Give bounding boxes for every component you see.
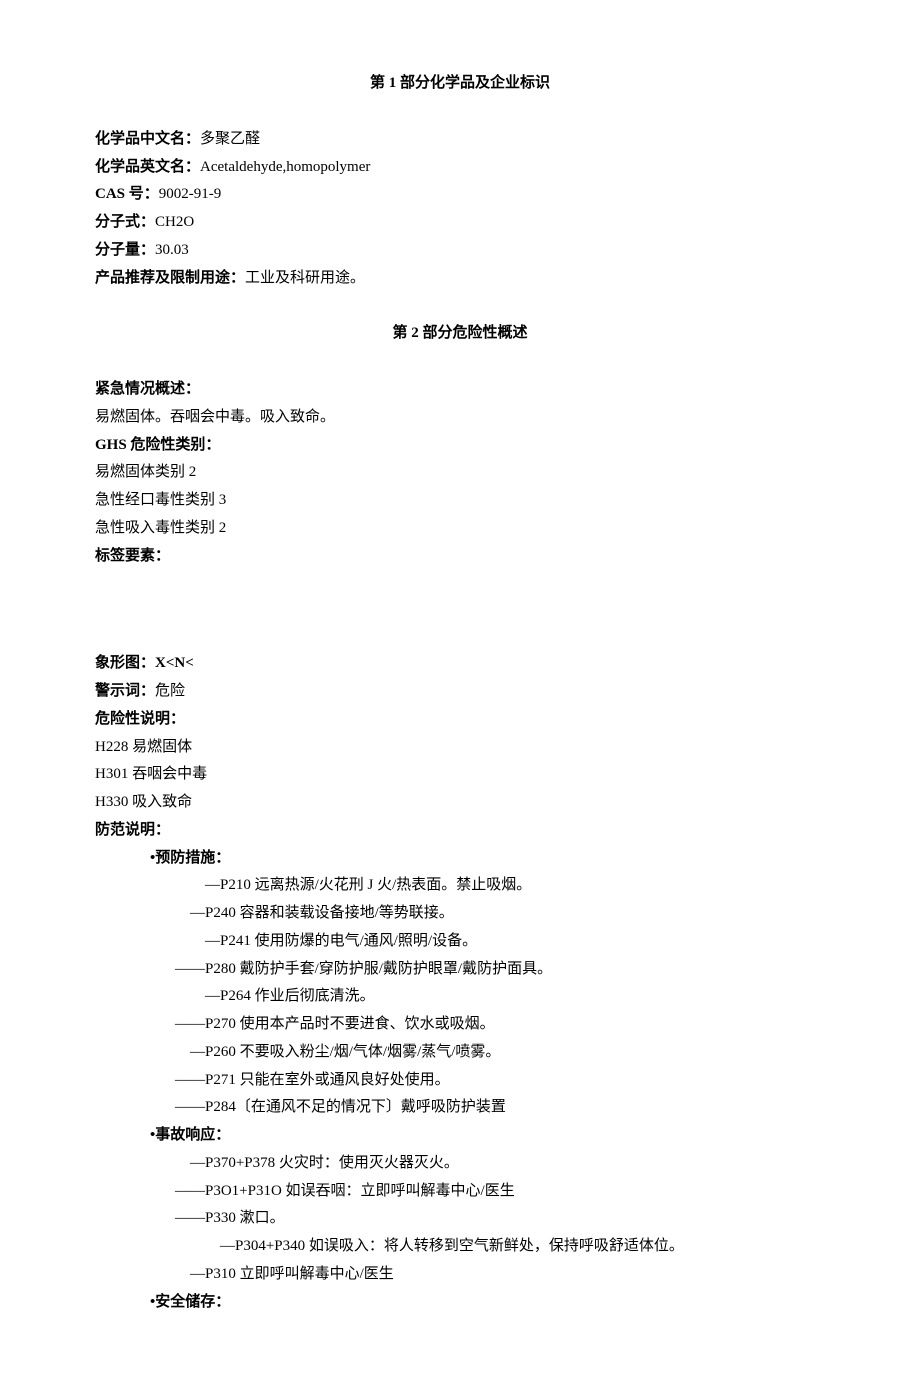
pictogram-value: X<N< — [155, 655, 194, 671]
emergency-text: 易燃固体。吞咽会中毒。吸入致命。 — [95, 404, 825, 432]
dash-icon: —— — [175, 1210, 205, 1226]
dash-icon: —— — [175, 1072, 205, 1088]
response-text: P370+P378 火灾时：使用灭火器灭火。 — [205, 1155, 459, 1171]
ghs-item-2: 急性吸入毒性类别 2 — [95, 515, 825, 543]
prevention-text: P264 作业后彻底清洗。 — [220, 988, 375, 1004]
response-item: —P310 立即呼叫解毒中心/医生 — [95, 1261, 825, 1289]
prevention-text: P271 只能在室外或通风良好处使用。 — [205, 1072, 450, 1088]
field-use: 产品推荐及限制用途：工业及科研用途。 — [95, 265, 825, 293]
prevention-title: •预防措施： — [95, 845, 825, 873]
label-name-cn: 化学品中文名： — [95, 131, 200, 147]
ghs-item-1: 急性经口毒性类别 3 — [95, 487, 825, 515]
field-mw: 分子量：30.03 — [95, 237, 825, 265]
prevention-list: —P210 远离热源/火花刑 J 火/热表面。禁止吸烟。—P240 容器和装载设… — [95, 872, 825, 1122]
label-elements: 标签要素： — [95, 543, 825, 571]
value-use: 工业及科研用途。 — [245, 270, 365, 286]
hazard-item-1: H301 吞咽会中毒 — [95, 761, 825, 789]
response-item: —P370+P378 火灾时：使用灭火器灭火。 — [95, 1150, 825, 1178]
response-item: ——P330 漱口。 — [95, 1205, 825, 1233]
dash-icon: — — [205, 933, 220, 949]
section-2-title: 第 2 部分危险性概述 — [95, 320, 825, 348]
dash-icon: —— — [175, 1099, 205, 1115]
prevention-item: —P241 使用防爆的电气/通风/照明/设备。 — [95, 928, 825, 956]
prevention-text: P210 远离热源/火花刑 J 火/热表面。禁止吸烟。 — [220, 877, 531, 893]
label-formula: 分子式： — [95, 214, 155, 230]
prevention-item: —P240 容器和装载设备接地/等势联接。 — [95, 900, 825, 928]
response-title: •事故响应： — [95, 1122, 825, 1150]
prevention-text: P240 容器和装载设备接地/等势联接。 — [205, 905, 454, 921]
value-name-cn: 多聚乙醛 — [200, 131, 260, 147]
value-name-en: Acetaldehyde,homopolymer — [200, 159, 370, 175]
dash-icon: — — [205, 988, 220, 1004]
field-cas: CAS 号：9002-91-9 — [95, 181, 825, 209]
value-cas: 9002-91-9 — [159, 186, 222, 202]
prevention-item: ——P271 只能在室外或通风良好处使用。 — [95, 1067, 825, 1095]
dash-icon: —— — [175, 961, 205, 977]
label-mw: 分子量： — [95, 242, 155, 258]
response-text: P310 立即呼叫解毒中心/医生 — [205, 1266, 394, 1282]
emergency-label: 紧急情况概述： — [95, 376, 825, 404]
response-item: —P304+P340 如误吸入：将人转移到空气新鲜处，保持呼吸舒适体位。 — [95, 1233, 825, 1261]
pictogram-row: 象形图：X<N< — [95, 650, 825, 678]
hazard-label: 危险性说明： — [95, 706, 825, 734]
dash-icon: — — [205, 877, 220, 893]
label-use: 产品推荐及限制用途： — [95, 270, 245, 286]
dash-icon: —— — [175, 1183, 205, 1199]
hazard-item-0: H228 易燃固体 — [95, 734, 825, 762]
field-name-en: 化学品英文名：Acetaldehyde,homopolymer — [95, 154, 825, 182]
hazard-item-2: H330 吸入致命 — [95, 789, 825, 817]
storage-title: •安全储存： — [95, 1289, 825, 1317]
prevention-item: —P260 不要吸入粉尘/烟/气体/烟雾/蒸气/喷雾。 — [95, 1039, 825, 1067]
value-formula: CH2O — [155, 214, 194, 230]
prevention-text: P270 使用本产品时不要进食、饮水或吸烟。 — [205, 1016, 495, 1032]
field-name-cn: 化学品中文名：多聚乙醛 — [95, 126, 825, 154]
dash-icon: — — [220, 1238, 235, 1254]
prevention-item: —P264 作业后彻底清洗。 — [95, 983, 825, 1011]
value-mw: 30.03 — [155, 242, 189, 258]
ghs-label: GHS 危险性类别： — [95, 432, 825, 460]
prevention-item: —P210 远离热源/火花刑 J 火/热表面。禁止吸烟。 — [95, 872, 825, 900]
response-text: P3O1+P31O 如误吞咽：立即呼叫解毒中心/医生 — [205, 1183, 515, 1199]
dash-icon: —— — [175, 1016, 205, 1032]
response-text: P304+P340 如误吸入：将人转移到空气新鲜处，保持呼吸舒适体位。 — [235, 1238, 684, 1254]
dash-icon: — — [190, 1155, 205, 1171]
section-1-title: 第 1 部分化学品及企业标识 — [95, 70, 825, 98]
response-item: ——P3O1+P31O 如误吞咽：立即呼叫解毒中心/医生 — [95, 1178, 825, 1206]
label-cas: CAS 号： — [95, 186, 159, 202]
label-name-en: 化学品英文名： — [95, 159, 200, 175]
prevention-text: P284〔在通风不足的情况下〕戴呼吸防护装置 — [205, 1099, 506, 1115]
prevention-item: ——P280 戴防护手套/穿防护服/戴防护眼罩/戴防护面具。 — [95, 956, 825, 984]
response-list: —P370+P378 火灾时：使用灭火器灭火。——P3O1+P31O 如误吞咽：… — [95, 1150, 825, 1289]
signal-label: 警示词： — [95, 683, 155, 699]
prevention-item: ——P284〔在通风不足的情况下〕戴呼吸防护装置 — [95, 1094, 825, 1122]
prevention-text: P260 不要吸入粉尘/烟/气体/烟雾/蒸气/喷雾。 — [205, 1044, 500, 1060]
response-text: P330 漱口。 — [205, 1210, 285, 1226]
prevention-item: ——P270 使用本产品时不要进食、饮水或吸烟。 — [95, 1011, 825, 1039]
pictogram-placeholder — [95, 570, 825, 650]
signal-value: 危险 — [155, 683, 185, 699]
pictogram-label: 象形图： — [95, 655, 155, 671]
dash-icon: — — [190, 1044, 205, 1060]
prevention-text: P280 戴防护手套/穿防护服/戴防护眼罩/戴防护面具。 — [205, 961, 552, 977]
prevention-text: P241 使用防爆的电气/通风/照明/设备。 — [220, 933, 477, 949]
precaution-label: 防范说明： — [95, 817, 825, 845]
dash-icon: — — [190, 905, 205, 921]
ghs-item-0: 易燃固体类别 2 — [95, 459, 825, 487]
dash-icon: — — [190, 1266, 205, 1282]
field-formula: 分子式：CH2O — [95, 209, 825, 237]
signal-row: 警示词：危险 — [95, 678, 825, 706]
